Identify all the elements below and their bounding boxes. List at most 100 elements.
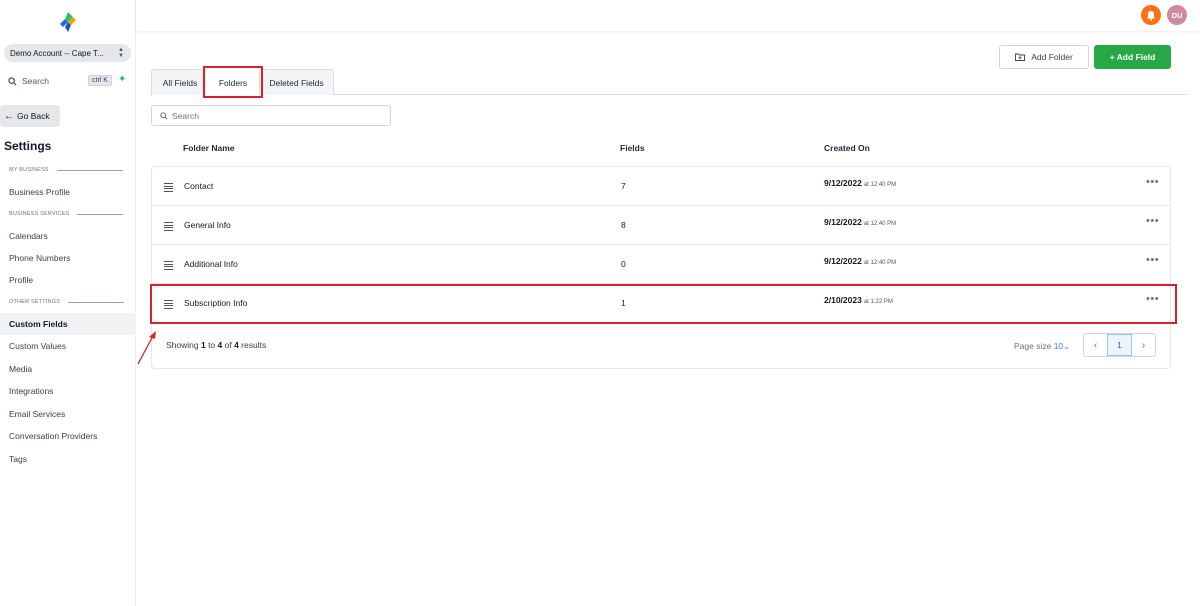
- add-folder-label: Add Folder: [1031, 52, 1073, 62]
- sidebar-item-label: Tags: [9, 454, 27, 464]
- sidebar-item-label: Custom Values: [9, 341, 67, 351]
- section-label-business-services: BUSINESS SERVICES: [9, 211, 124, 217]
- sidebar-search-label: Search: [22, 76, 49, 86]
- drag-handle-icon[interactable]: [164, 183, 173, 193]
- annotation-highlight-tab: [203, 66, 263, 98]
- divider: [77, 213, 124, 215]
- section-label-my-business: MY BUSINESS: [9, 167, 123, 173]
- sidebar-item-custom-fields[interactable]: Custom Fields: [0, 313, 136, 335]
- tab-deleted-fields[interactable]: Deleted Fields: [259, 69, 334, 95]
- sidebar-item-phone-numbers[interactable]: Phone Numbers: [0, 247, 136, 269]
- page-size-label: Page size: [1014, 341, 1054, 351]
- summary-text: to: [205, 340, 218, 350]
- folders-table: Contact 7 9/12/2022 at 12:40 PM ••• Gener…: [151, 166, 1171, 369]
- table-row[interactable]: Additional Info 0 9/12/2022 at 12:40 PM •…: [152, 245, 1170, 284]
- time-text: at 12:40 PM: [863, 182, 897, 188]
- chevron-right-icon: ›: [1141, 339, 1146, 351]
- folder-name: General Info: [184, 220, 231, 230]
- pagination: ‹ 1 ›: [1083, 333, 1156, 357]
- account-name: Demo Account -- Cape T...: [10, 48, 104, 58]
- sparkle-icon[interactable]: ✦: [118, 74, 126, 85]
- sidebar-item-label: Custom Fields: [9, 319, 68, 329]
- section-label-text: BUSINESS SERVICES: [9, 211, 70, 217]
- annotation-arrow-icon: [137, 331, 156, 365]
- section-label-text: OTHER SETTINGS: [9, 299, 61, 305]
- shortcut-badge: ctrl K: [88, 75, 112, 86]
- results-summary: Showing 1 to 4 of 4 results: [166, 340, 266, 350]
- add-field-button[interactable]: + Add Field: [1094, 45, 1171, 69]
- created-date: 9/12/2022 at 12:40 PM: [824, 256, 896, 266]
- date-text: 9/12/2022: [824, 217, 862, 227]
- search-icon: [160, 111, 168, 120]
- go-back-button[interactable]: ← Go Back: [0, 105, 60, 127]
- chevron-left-icon: ‹: [1093, 339, 1098, 351]
- folder-name: Additional Info: [184, 259, 238, 269]
- column-header-folder-name[interactable]: Folder Name: [183, 143, 235, 153]
- account-switcher[interactable]: Demo Account -- Cape T... ▲ ▼: [4, 44, 131, 62]
- notifications-button[interactable]: [1141, 5, 1161, 25]
- drag-handle-icon[interactable]: [164, 261, 173, 271]
- more-options-icon[interactable]: •••: [1146, 215, 1159, 227]
- time-text: at 12:40 PM: [863, 260, 897, 266]
- column-header-created-on[interactable]: Created On: [824, 143, 870, 153]
- sidebar-item-conversation-providers[interactable]: Conversation Providers: [0, 425, 136, 447]
- folder-plus-icon: [1015, 53, 1026, 61]
- go-back-label: Go Back: [17, 111, 50, 121]
- date-text: 9/12/2022: [824, 178, 862, 188]
- arrow-left-icon: ←: [4, 110, 14, 122]
- sidebar-item-profile[interactable]: Profile: [0, 269, 136, 291]
- sidebar-item-tags[interactable]: Tags: [0, 448, 136, 470]
- drag-handle-icon[interactable]: [164, 222, 173, 232]
- sidebar-item-integrations[interactable]: Integrations: [0, 380, 136, 402]
- created-date: 9/12/2022 at 12:40 PM: [824, 178, 896, 188]
- sidebar-item-email-services[interactable]: Email Services: [0, 403, 136, 425]
- sidebar-item-label: Media: [9, 364, 33, 374]
- settings-title: Settings: [4, 139, 52, 153]
- folder-name: Contact: [184, 181, 214, 191]
- chevron-updown-icon: ▲ ▼: [118, 47, 124, 59]
- previous-page-button[interactable]: ‹: [1084, 334, 1107, 356]
- divider: [68, 301, 125, 303]
- sidebar-item-business-profile[interactable]: Business Profile: [0, 181, 136, 203]
- summary-text: results: [238, 340, 267, 350]
- add-field-label: + Add Field: [1109, 52, 1156, 62]
- sidebar-item-label: Phone Numbers: [9, 253, 71, 263]
- summary-text: Showing: [166, 340, 201, 350]
- field-count: 7: [621, 181, 626, 191]
- tab-label: All Fields: [162, 77, 198, 88]
- top-header: DU: [136, 0, 1200, 31]
- column-header-fields[interactable]: Fields: [620, 143, 645, 153]
- search-icon: [8, 76, 17, 85]
- created-date: 9/12/2022 at 12:40 PM: [824, 217, 896, 227]
- sidebar-item-custom-values[interactable]: Custom Values: [0, 335, 136, 357]
- section-label-other-settings: OTHER SETTINGS: [9, 299, 125, 305]
- sidebar-search[interactable]: Search ctrl K ✦: [4, 72, 131, 90]
- sidebar-item-label: Email Services: [9, 409, 66, 419]
- section-label-text: MY BUSINESS: [9, 167, 49, 173]
- chevron-down-icon: ⌄: [1063, 341, 1071, 351]
- next-page-button[interactable]: ›: [1132, 334, 1155, 356]
- add-folder-button[interactable]: Add Folder: [999, 45, 1089, 69]
- search-placeholder: Search: [172, 110, 199, 121]
- field-count: 8: [621, 220, 626, 230]
- sidebar: Demo Account -- Cape T... ▲ ▼ Search ctrl…: [0, 0, 136, 606]
- tab-all-fields[interactable]: All Fields: [151, 69, 209, 95]
- page-size-select[interactable]: Page size 10⌄: [1014, 341, 1070, 352]
- table-row[interactable]: Contact 7 9/12/2022 at 12:40 PM •••: [152, 167, 1170, 206]
- sidebar-item-label: Conversation Providers: [9, 431, 98, 441]
- sidebar-item-label: Integrations: [9, 386, 54, 396]
- tab-label: Deleted Fields: [269, 77, 324, 88]
- divider: [56, 169, 123, 171]
- sidebar-item-calendars[interactable]: Calendars: [0, 225, 136, 247]
- more-options-icon[interactable]: •••: [1146, 176, 1159, 188]
- bell-icon: [1147, 10, 1155, 21]
- avatar[interactable]: DU: [1167, 5, 1187, 25]
- folder-search-input[interactable]: Search: [151, 105, 391, 126]
- more-options-icon[interactable]: •••: [1146, 254, 1159, 266]
- time-text: at 12:40 PM: [863, 221, 897, 227]
- table-row[interactable]: General Info 8 9/12/2022 at 12:40 PM •••: [152, 206, 1170, 245]
- sidebar-item-media[interactable]: Media: [0, 358, 136, 380]
- field-count: 0: [621, 259, 626, 269]
- app-logo-icon[interactable]: [57, 11, 79, 33]
- page-number-button[interactable]: 1: [1107, 334, 1132, 356]
